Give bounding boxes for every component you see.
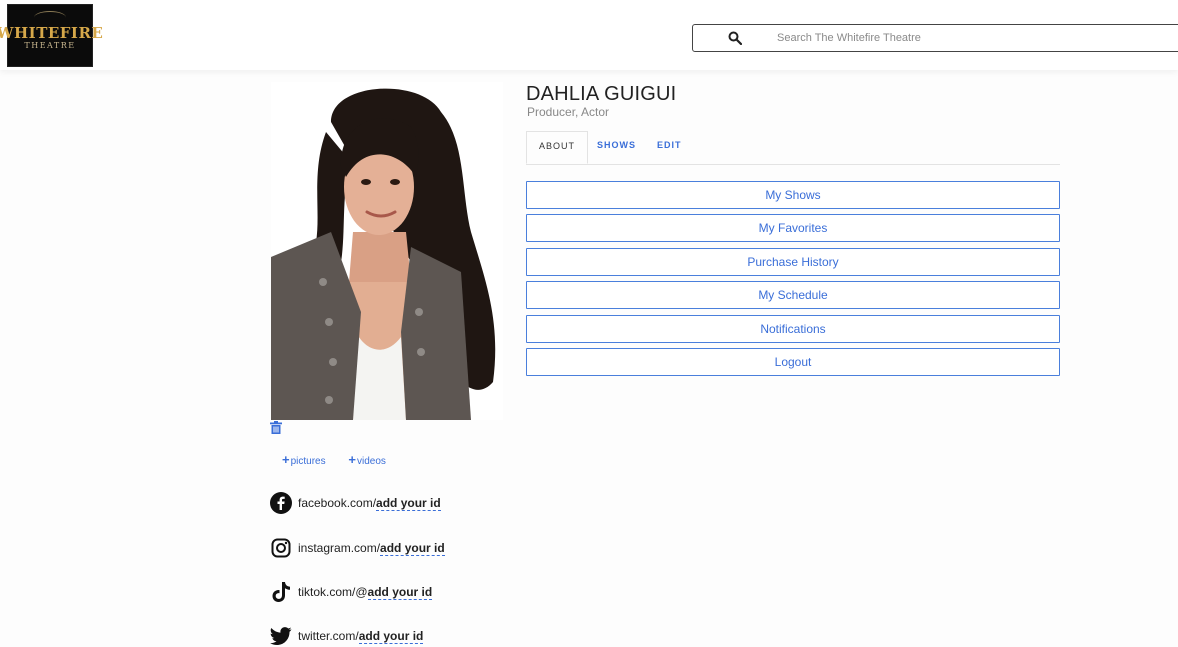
facebook-prefix: facebook.com/ — [298, 496, 377, 510]
twitter-add-id-link[interactable]: add your id — [358, 629, 424, 644]
notifications-button[interactable]: Notifications — [526, 315, 1060, 343]
delete-photo-icon[interactable] — [270, 421, 282, 434]
profile-name: DAHLIA GUIGUI — [526, 83, 677, 105]
search-icon[interactable] — [728, 31, 742, 45]
add-pictures-label: pictures — [290, 456, 326, 467]
tab-about[interactable]: ABOUT — [526, 131, 589, 164]
profile-roles: Producer, Actor — [527, 105, 610, 119]
whitefire-logo[interactable]: WHITEFIRE THEATRE — [0, 4, 103, 67]
logo-line-1: WHITEFIRE — [0, 24, 104, 42]
social-instagram: instagram.com/add your id — [270, 537, 445, 559]
profile-tabs: ABOUT SHOWS EDIT — [526, 131, 1060, 165]
my-favorites-button[interactable]: My Favorites — [526, 214, 1060, 242]
tiktok-icon — [270, 581, 292, 603]
logo-line-2: THEATRE — [24, 41, 76, 50]
my-shows-button[interactable]: My Shows — [526, 181, 1060, 209]
add-videos-label: videos — [356, 456, 386, 467]
facebook-add-id-link[interactable]: add your id — [376, 496, 441, 511]
add-pictures-link[interactable]: +pictures — [282, 452, 336, 467]
facebook-icon — [270, 492, 292, 514]
social-tiktok: tiktok.com/@ add your id — [270, 581, 433, 603]
search-input[interactable] — [777, 28, 1157, 48]
instagram-prefix: instagram.com/ — [298, 541, 381, 555]
search-bar[interactable] — [692, 24, 1178, 52]
instagram-add-id-link[interactable]: add your id — [380, 541, 445, 556]
purchase-history-button[interactable]: Purchase History — [526, 248, 1060, 276]
instagram-icon — [270, 537, 292, 559]
twitter-prefix: twitter.com/ — [298, 629, 359, 643]
tab-shows[interactable]: SHOWS — [597, 131, 636, 164]
tiktok-prefix: tiktok.com/@ — [298, 585, 368, 599]
site-header: WHITEFIRE THEATRE — [0, 0, 1178, 70]
profile-photo-illustration — [271, 82, 503, 420]
plus-icon: + — [348, 452, 356, 467]
logo-ornament — [34, 11, 66, 24]
profile-photo — [271, 82, 503, 420]
logout-button[interactable]: Logout — [526, 348, 1060, 376]
tab-edit[interactable]: EDIT — [657, 131, 682, 164]
add-videos-link[interactable]: +videos — [348, 452, 396, 467]
media-add-links: +pictures +videos — [282, 452, 406, 467]
tiktok-add-id-link[interactable]: add your id — [367, 585, 433, 600]
plus-icon: + — [282, 452, 290, 467]
social-facebook: facebook.com/add your id — [270, 492, 441, 514]
my-schedule-button[interactable]: My Schedule — [526, 281, 1060, 309]
